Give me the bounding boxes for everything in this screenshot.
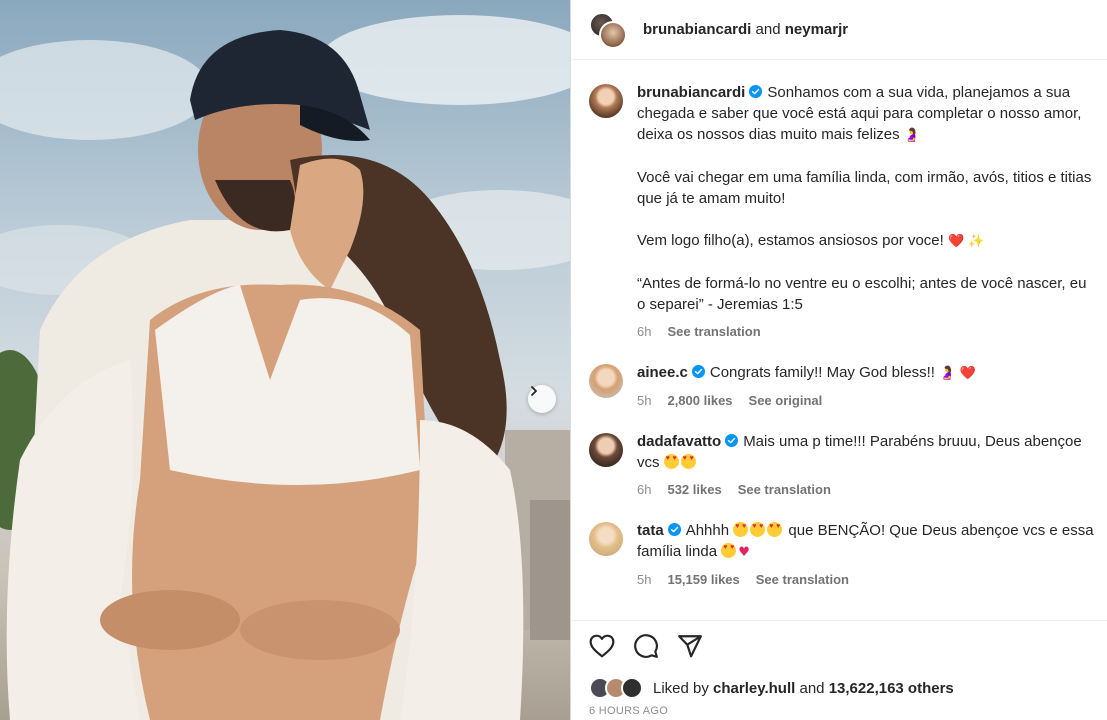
comment-item: ainee.c Congrats family!! May God bless!!… — [589, 362, 1095, 411]
caption-paragraph: Vem logo filho(a), estamos ansiosos por … — [637, 230, 1095, 252]
avatar[interactable] — [589, 364, 623, 398]
caption-paragraph-text: Vem logo filho(a), estamos ansiosos por … — [637, 232, 944, 249]
heart-eyes-emoji — [733, 522, 749, 537]
liked-by-connector: and — [799, 679, 825, 697]
verified-badge-icon — [691, 365, 705, 378]
comment-item: tataAhhhh que BENÇÃO! Que Deus abençoe v… — [589, 520, 1095, 590]
caption-meta: 6h See translation — [637, 321, 1095, 342]
comment-likes[interactable]: 15,159 likes — [667, 569, 739, 590]
comment-emojis: 🤰 ❤️ — [939, 366, 976, 381]
liker-avatars — [589, 676, 649, 700]
post-actions-bar — [571, 620, 1107, 670]
heart-emoji: ♥ — [738, 545, 750, 560]
caption-time: 6h — [637, 324, 652, 339]
avatar[interactable] — [589, 522, 623, 556]
heart-emoji: ❤️ — [948, 234, 965, 249]
comments-section[interactable]: brunabiancardi Sonhamos com a sua vida, p… — [571, 60, 1107, 620]
post-timestamp: 6 HOURS AGO — [589, 705, 669, 717]
comment-likes[interactable]: 532 likes — [667, 479, 721, 500]
carousel-next-button[interactable] — [528, 385, 556, 413]
avatar — [599, 20, 627, 49]
see-translation-link[interactable]: See translation — [738, 479, 831, 500]
likes-summary: Liked by charley.hull and 13,622,163 oth… — [589, 676, 954, 700]
heart-eyes-emoji — [750, 522, 766, 537]
comment-time: 5h — [637, 572, 652, 587]
couple-photo-illustration — [0, 15, 570, 720]
caption: brunabiancardi Sonhamos com a sua vida, p… — [589, 82, 1095, 342]
comment-time: 5h — [637, 393, 652, 408]
avatar[interactable] — [589, 433, 623, 467]
comment-meta: 6h 532 likes See translation — [637, 479, 1095, 500]
heart-eyes-emoji — [680, 454, 696, 469]
heart-icon[interactable] — [589, 634, 615, 658]
liked-by-others[interactable]: 13,622,163 others — [829, 680, 954, 697]
heart-eyes-emoji — [721, 543, 737, 558]
comment-text: Ahhhh — [685, 522, 730, 539]
avatar[interactable] — [589, 84, 623, 118]
share-icon[interactable] — [677, 634, 703, 658]
collab-avatars[interactable] — [589, 11, 629, 49]
see-translation-link[interactable]: See translation — [756, 569, 849, 590]
post-authors: brunabiancardi and neymarjr — [643, 21, 848, 38]
author-username[interactable]: brunabiancardi — [643, 21, 751, 38]
comment-meta: 5h 15,159 likes See translation — [637, 569, 1095, 590]
see-original-link[interactable]: See original — [749, 390, 823, 411]
comment-time: 6h — [637, 482, 652, 497]
verified-badge-icon — [749, 85, 763, 98]
sparkles-emoji: ✨ — [968, 234, 985, 249]
caption-paragraph: “Antes de formá-lo no ventre eu o escolh… — [637, 275, 1087, 313]
author-connector: and — [755, 21, 781, 38]
comment-likes[interactable]: 2,800 likes — [667, 390, 732, 411]
liked-by-username[interactable]: charley.hull — [713, 680, 795, 697]
post-side-panel: brunabiancardi and neymarjr brunabiancar… — [570, 0, 1107, 720]
chevron-right-icon — [531, 386, 537, 396]
comment-meta: 5h 2,800 likes See original — [637, 390, 1095, 411]
comment-text: Congrats family!! May God bless!! — [709, 364, 935, 381]
comment-item: dadafavatto Mais uma p time!!! Parabéns b… — [589, 431, 1095, 500]
verified-badge-icon — [725, 434, 739, 447]
comment-username[interactable]: dadafavatto — [637, 433, 721, 450]
see-translation-link[interactable]: See translation — [667, 321, 760, 342]
heart-eyes-emoji — [663, 454, 679, 469]
liked-by-prefix: Liked by — [653, 679, 709, 697]
comment-icon[interactable] — [633, 633, 659, 659]
verified-badge-icon — [667, 523, 681, 536]
comment-username[interactable]: tata — [637, 522, 664, 539]
pregnant-emoji: 🤰 — [903, 128, 920, 143]
caption-paragraph: Você vai chegar em uma família linda, co… — [637, 169, 1092, 207]
caption-username[interactable]: brunabiancardi — [637, 84, 745, 101]
author-username[interactable]: neymarjr — [785, 21, 848, 38]
heart-eyes-emoji — [767, 522, 783, 537]
comment-username[interactable]: ainee.c — [637, 364, 688, 381]
post-header: brunabiancardi and neymarjr — [571, 0, 1107, 60]
post-photo[interactable] — [0, 0, 570, 720]
